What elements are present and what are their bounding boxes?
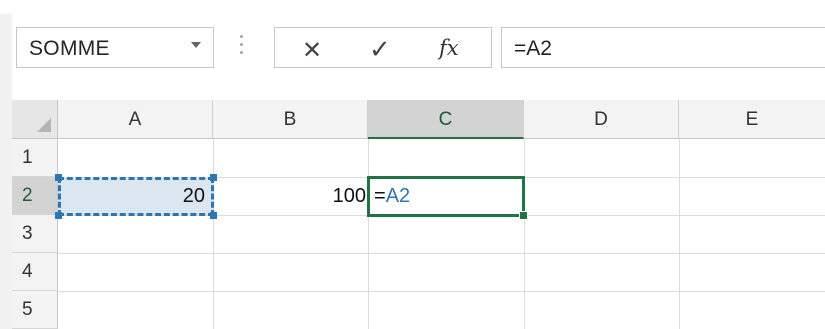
gridline xyxy=(213,139,214,329)
excel-window: SOMME ✕ ✓ fx =A2 A B C D E 1 2 3 4 5 20 … xyxy=(0,0,825,329)
column-header-d[interactable]: D xyxy=(524,100,679,139)
column-header-b[interactable]: B xyxy=(213,100,368,139)
chevron-down-icon[interactable] xyxy=(191,42,201,48)
reference-marquee xyxy=(58,177,214,216)
cancel-icon[interactable]: ✕ xyxy=(302,36,322,65)
row-header-3[interactable]: 3 xyxy=(12,215,58,253)
name-box-value: SOMME xyxy=(29,37,110,60)
gridline xyxy=(524,139,525,329)
toolbar-grip xyxy=(240,35,244,59)
gridline xyxy=(58,253,825,254)
column-header-c[interactable]: C xyxy=(368,100,524,139)
formula-bar-content: =A2 xyxy=(514,37,552,60)
left-shade xyxy=(0,14,12,329)
reference-handle[interactable] xyxy=(210,174,217,181)
gridline xyxy=(58,291,825,292)
select-all-button[interactable] xyxy=(12,100,58,139)
name-box[interactable]: SOMME xyxy=(16,27,214,68)
gridline xyxy=(368,139,369,329)
fill-handle-icon[interactable] xyxy=(519,211,528,220)
formula-bar[interactable]: =A2 xyxy=(501,27,825,68)
row-header-5[interactable]: 5 xyxy=(12,291,58,329)
enter-icon[interactable]: ✓ xyxy=(369,34,391,65)
reference-handle[interactable] xyxy=(55,174,62,181)
active-cell-border xyxy=(367,176,525,217)
select-all-icon xyxy=(37,118,51,132)
top-band xyxy=(0,0,825,14)
formula-buttons: ✕ ✓ fx xyxy=(274,27,492,68)
insert-function-icon[interactable]: fx xyxy=(439,36,459,60)
row-header-4[interactable]: 4 xyxy=(12,253,58,291)
row-header-2[interactable]: 2 xyxy=(12,177,58,215)
gridline xyxy=(679,139,680,329)
reference-handle[interactable] xyxy=(210,212,217,219)
cell-b2[interactable]: 100 xyxy=(213,177,368,215)
column-header-e[interactable]: E xyxy=(679,100,825,139)
row-header-1[interactable]: 1 xyxy=(12,139,58,177)
column-header-a[interactable]: A xyxy=(58,100,213,139)
reference-handle[interactable] xyxy=(55,212,62,219)
worksheet-grid: A B C D E 1 2 3 4 5 20 100 =A2 xyxy=(12,100,825,329)
